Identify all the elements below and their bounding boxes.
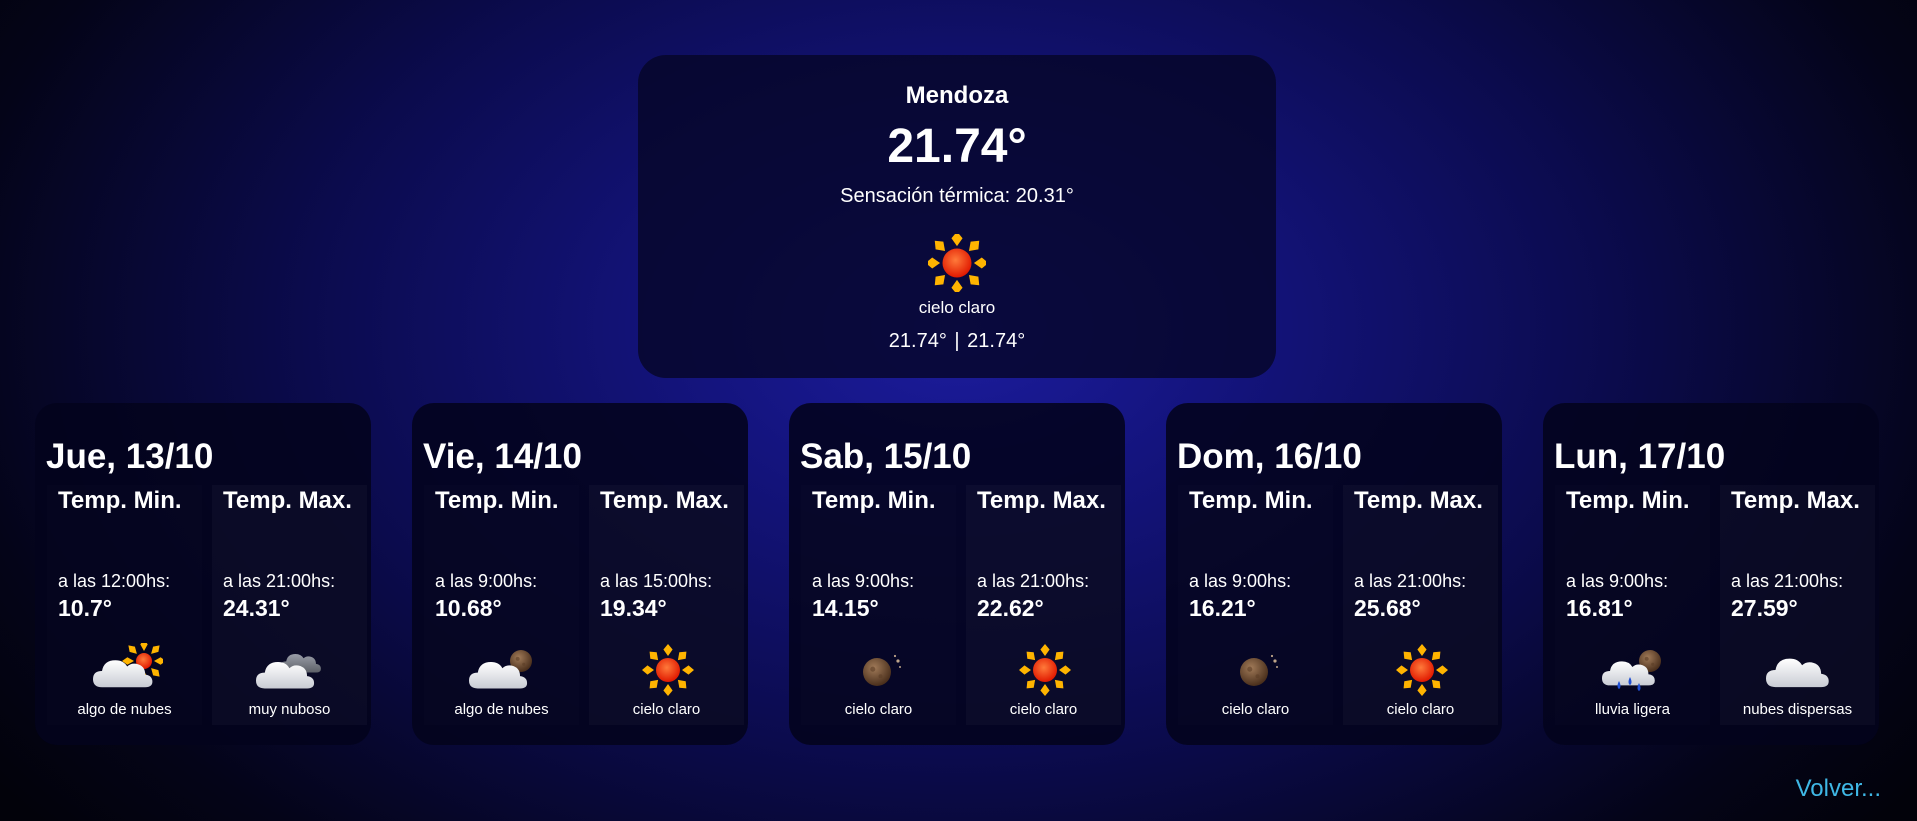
min-temp-column: Temp. Min. a las 9:00hs: 10.68° algo de …: [424, 485, 579, 725]
max-temp-label: Temp. Max.: [600, 485, 729, 516]
current-min-max: 21.74° | 21.74°: [638, 330, 1276, 353]
current-description: cielo claro: [918, 298, 996, 317]
max-temp-column: Temp. Max. a las 21:00hs: 22.62° cielo c…: [966, 485, 1121, 725]
forecast-day-card: Dom, 16/10 Temp. Min. a las 9:00hs: 16.2…: [1166, 403, 1502, 745]
max-temp-label-text: Temp. Max.: [977, 487, 1106, 514]
cloud-sun-icon: [89, 643, 163, 697]
day-title: Sab, 15/10: [800, 437, 972, 476]
min-temp-value: 16.21°: [1189, 595, 1256, 621]
min-temp-column: Temp. Min. a las 12:00hs: 10.7° algo de …: [47, 485, 202, 725]
cloud-moon-icon: [466, 643, 540, 697]
back-link[interactable]: Volver...: [1796, 775, 1881, 803]
max-temp-value: 24.31°: [223, 595, 290, 621]
min-temp-column: Temp. Min. a las 9:00hs: 16.21° cielo cl…: [1178, 485, 1333, 725]
max-temp-label-text: Temp. Max.: [1731, 487, 1860, 514]
max-temp-value: 19.34°: [600, 595, 667, 621]
min-temp-label-text: Temp. Min.: [1566, 487, 1690, 514]
min-temp-description: cielo claro: [844, 701, 913, 718]
sun-icon: [925, 231, 989, 295]
min-temp-label: Temp. Min.: [812, 485, 936, 516]
max-temp-time: a las 21:00hs:: [1731, 571, 1844, 591]
min-temp-label-text: Temp. Min.: [812, 487, 936, 514]
max-temp-time: a las 21:00hs:: [977, 571, 1090, 591]
min-temp-time: a las 9:00hs:: [1189, 571, 1292, 591]
min-temp-label-text: Temp. Min.: [1189, 487, 1313, 514]
min-temp-label: Temp. Min.: [58, 485, 182, 516]
max-temp-column: Temp. Max. a las 15:00hs: 19.34° cielo c…: [589, 485, 744, 725]
min-temp-time: a las 9:00hs:: [435, 571, 538, 591]
max-temp-label: Temp. Max.: [1354, 485, 1483, 516]
max-temp-description: cielo claro: [1386, 701, 1455, 718]
day-title: Vie, 14/10: [423, 437, 582, 476]
max-temp-description: cielo claro: [632, 701, 701, 718]
max-temp-description: muy nuboso: [248, 701, 331, 718]
min-temp-description: algo de nubes: [454, 701, 549, 718]
sun-icon: [1008, 643, 1082, 697]
min-temp-value: 10.7°: [58, 595, 112, 621]
feels-like-text: Sensación térmica: 20.31°: [840, 185, 1074, 207]
max-temp-label: Temp. Max.: [977, 485, 1106, 516]
forecast-day-card: Vie, 14/10 Temp. Min. a las 9:00hs: 10.6…: [412, 403, 748, 745]
rain-moon-icon: [1597, 643, 1671, 697]
current-temperature: 21.74°: [887, 120, 1027, 173]
max-temp-label-text: Temp. Max.: [1354, 487, 1483, 514]
min-temp-description: cielo claro: [1221, 701, 1290, 718]
max-temp-label: Temp. Max.: [1731, 485, 1860, 516]
forecast-day-card: Sab, 15/10 Temp. Min. a las 9:00hs: 14.1…: [789, 403, 1125, 745]
forecast-day-card: Lun, 17/10 Temp. Min. a las 9:00hs: 16.8…: [1543, 403, 1879, 745]
moon-icon: [843, 643, 917, 697]
max-temp-label-text: Temp. Max.: [223, 487, 352, 514]
max-temp-label-text: Temp. Max.: [600, 487, 729, 514]
min-temp-label: Temp. Min.: [1566, 485, 1690, 516]
min-temp-column: Temp. Min. a las 9:00hs: 14.15° cielo cl…: [801, 485, 956, 725]
max-temp-value: 25.68°: [1354, 595, 1421, 621]
min-temp-column: Temp. Min. a las 9:00hs: 16.81° lluvia l…: [1555, 485, 1710, 725]
min-temp-label-text: Temp. Min.: [58, 487, 182, 514]
cloudy-icon: [254, 643, 328, 697]
cloud-icon: [1762, 643, 1836, 697]
max-temp-time: a las 21:00hs:: [1354, 571, 1467, 591]
min-temp-value: 10.68°: [435, 595, 502, 621]
current-max-temp: 21.74°: [967, 330, 1026, 352]
city-name: Mendoza: [905, 82, 1009, 109]
day-title: Dom, 16/10: [1177, 437, 1362, 476]
min-temp-label-text: Temp. Min.: [435, 487, 559, 514]
sun-icon: [1385, 643, 1459, 697]
max-temp-column: Temp. Max. a las 21:00hs: 24.31° muy nub…: [212, 485, 367, 725]
max-temp-value: 27.59°: [1731, 595, 1798, 621]
moon-icon: [1220, 643, 1294, 697]
current-min-temp: 21.74°: [888, 330, 947, 352]
min-temp-label: Temp. Min.: [1189, 485, 1313, 516]
max-temp-column: Temp. Max. a las 21:00hs: 27.59° nubes d…: [1720, 485, 1875, 725]
max-temp-label: Temp. Max.: [223, 485, 352, 516]
min-temp-value: 14.15°: [812, 595, 879, 621]
day-title: Jue, 13/10: [46, 437, 214, 476]
min-temp-time: a las 9:00hs:: [1566, 571, 1669, 591]
day-title: Lun, 17/10: [1554, 437, 1726, 476]
max-temp-time: a las 21:00hs:: [223, 571, 336, 591]
min-max-separator: |: [954, 330, 960, 352]
max-temp-value: 22.62°: [977, 595, 1044, 621]
max-temp-column: Temp. Max. a las 21:00hs: 25.68° cielo c…: [1343, 485, 1498, 725]
min-temp-label: Temp. Min.: [435, 485, 559, 516]
max-temp-description: cielo claro: [1009, 701, 1078, 718]
min-temp-description: lluvia ligera: [1594, 701, 1671, 718]
min-temp-time: a las 12:00hs:: [58, 571, 171, 591]
sun-icon: [631, 643, 705, 697]
max-temp-description: nubes dispersas: [1742, 701, 1853, 718]
forecast-day-card: Jue, 13/10 Temp. Min. a las 12:00hs: 10.…: [35, 403, 371, 745]
min-temp-value: 16.81°: [1566, 595, 1633, 621]
current-weather-card: Mendoza 21.74° Sensación térmica: 20.31°…: [638, 55, 1276, 378]
min-temp-description: algo de nubes: [77, 701, 172, 718]
min-temp-time: a las 9:00hs:: [812, 571, 915, 591]
max-temp-time: a las 15:00hs:: [600, 571, 713, 591]
